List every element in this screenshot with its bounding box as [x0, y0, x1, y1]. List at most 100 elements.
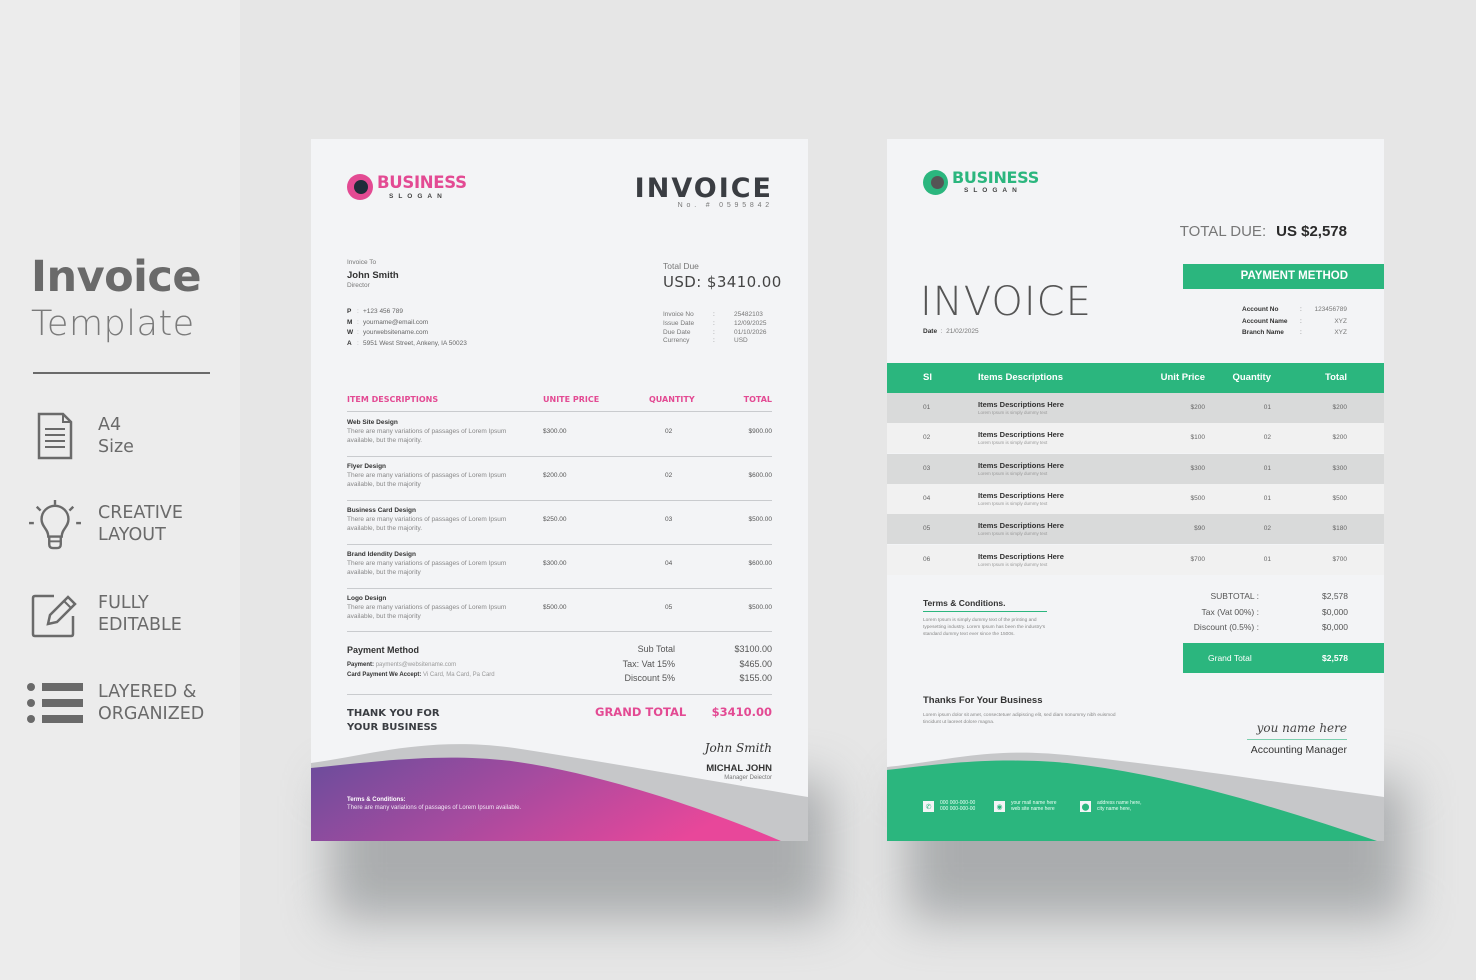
sidebar-title: Invoice [31, 252, 202, 302]
summary-row: Discount (0.5%) : $0,000 [1193, 622, 1348, 632]
feature-label: Size [98, 437, 134, 457]
item-sl: 04 [923, 494, 931, 502]
item-name: Items Descriptions Here [978, 551, 1064, 561]
contact-phone: ✆ 000 000-000-00 000 000-000-00 [923, 800, 975, 812]
invoice-number: No. # 0595842 [677, 202, 773, 209]
item-description: There are many variations of passages of… [347, 516, 507, 532]
contact-row: M: yourname@email.com [347, 318, 429, 326]
item-price: $100 [1190, 434, 1205, 442]
payment-method-banner: PAYMENT METHOD [1183, 264, 1384, 289]
item-name: Flyer Design [347, 463, 387, 470]
terms-title: Terms & Conditions. [923, 598, 1006, 608]
sidebar-subtitle: Template [31, 304, 195, 344]
item-price: $300 [1190, 464, 1205, 472]
table-row: 01 Items Descriptions Here Lorem Ipsum is … [887, 393, 1384, 423]
invoice-title: INVOICE [920, 279, 1092, 325]
contact-row: P: +123 456 789 [347, 308, 403, 315]
item-sl: 05 [923, 525, 931, 533]
item-total: $600.00 [748, 560, 773, 567]
grand-total-value: $3410.00 [711, 705, 772, 719]
item-description: There are many variations of passages of… [347, 472, 507, 488]
item-description: There are many variations of passages of… [347, 560, 507, 576]
logo-mark-icon [347, 174, 373, 200]
table-row: 02 Items Descriptions Here Lorem Ipsum is … [887, 423, 1384, 454]
item-description: There are many variations of passages of… [347, 604, 507, 620]
total-due-label: Total Due [663, 261, 699, 271]
feature-label: CREATIVE [98, 503, 183, 523]
invoice-date: Date : 21/02/2025 [923, 328, 979, 335]
table-row: Web Site Design There are many variations… [347, 419, 772, 459]
feature-fully-editable: FULLY EDITABLE [26, 590, 236, 640]
item-description: Lorem Ipsum is simply dummy text [978, 500, 1048, 506]
table-row: Flyer Design There are many variations of… [347, 463, 772, 503]
summary-row: SUBTOTAL : $2,578 [1210, 591, 1349, 601]
invoice-to-label: Invoice To [347, 259, 377, 266]
column-header-price: Unit Price [1160, 372, 1205, 383]
column-header-price: UNITE PRICE [543, 395, 600, 404]
meta-row: Invoice No:25482103 [663, 311, 763, 318]
item-total: $700 [1332, 555, 1347, 563]
terms-text: There are many variations of passages of… [347, 805, 522, 811]
payment-method-title: Payment Method [347, 645, 420, 655]
edit-icon [31, 594, 77, 638]
feature-a4-size: A4 Size [26, 412, 236, 462]
account-row: Branch Name: XYZ [1242, 329, 1347, 336]
grand-total-bar: Grand Total $2,578 [1183, 643, 1384, 673]
logo-slogan: SLOGAN [964, 187, 1022, 194]
summary: SUBTOTAL : $2,578 Tax (Vat 00%) : $0,000 D… [1167, 589, 1348, 636]
thanks-title: Thanks For Your Business [923, 695, 1043, 706]
feature-label: LAYERED & [98, 682, 197, 702]
lightbulb-icon [29, 500, 81, 550]
item-total: $500.00 [748, 604, 773, 611]
table-row: Logo Design There are many variations of … [347, 595, 772, 635]
table-row: 06 Items Descriptions Here Lorem Ipsum is … [887, 544, 1384, 575]
item-total: $900.00 [748, 428, 773, 435]
item-description: Lorem Ipsum is simply dummy text [978, 561, 1048, 567]
table-header: Sl Items Descriptions Unit Price Quantit… [887, 363, 1384, 393]
item-total: $180 [1332, 525, 1347, 533]
item-name: Items Descriptions Here [978, 460, 1064, 470]
item-description: Lorem Ipsum is simply dummy text [978, 470, 1048, 476]
logo-slogan: SLOGAN [389, 193, 447, 200]
invoice-pink: BUSINESS SLOGAN INVOICE No. # 0595842 In… [311, 139, 808, 841]
feature-label: LAYOUT [98, 525, 166, 545]
item-price: $300.00 [543, 560, 567, 567]
list-icon [27, 683, 83, 723]
item-total: $500 [1332, 494, 1347, 502]
location-pin-icon: ⬤ [1080, 801, 1091, 812]
meta-row: Issue Date:12/09/2025 [663, 319, 767, 327]
item-name: Logo Design [347, 595, 387, 602]
item-name: Items Descriptions Here [978, 430, 1064, 440]
account-details: Account No:123456789 Account Name: XYZ Br… [1242, 304, 1347, 339]
item-sl: 06 [923, 555, 931, 563]
client-name: John Smith [347, 270, 399, 281]
item-price: $300.00 [543, 428, 567, 435]
invoice-title: INVOICE [634, 173, 773, 204]
payment-cards: Card Payment We Accept: Vi Card, Ma Card… [347, 672, 495, 678]
item-price: $700 [1190, 555, 1205, 563]
table-row: 05 Items Descriptions Here Lorem Ipsum is … [887, 514, 1384, 545]
item-price: $200.00 [543, 472, 567, 479]
divider [347, 694, 772, 695]
item-price: $200 [1190, 404, 1205, 411]
feature-label: A4 [98, 415, 122, 435]
logo-mark-icon [923, 170, 948, 195]
column-header-quantity: QUANTITY [649, 395, 695, 404]
contact-address: ⬤ address name here, city name here, [1080, 800, 1142, 812]
logo-name: BUSINESS [952, 168, 1039, 187]
summary-row: Discount 5% $155.00 [624, 673, 772, 683]
grand-total-label: Grand Total [1208, 653, 1252, 663]
item-sl: 03 [923, 464, 931, 472]
meta-row: Currency: USD [663, 337, 748, 345]
account-row: Account No:123456789 [1242, 306, 1347, 313]
column-header-total: Total [1325, 372, 1347, 383]
contact-row: A:5951 West Street, Ankeny, IA 50023 [347, 340, 467, 348]
sidebar: Invoice Template A4Size CREATIVELAYOUT [0, 0, 240, 980]
table-row: 03 Items Descriptions Here Lorem Ipsum is … [887, 453, 1384, 484]
item-price: $500.00 [543, 604, 567, 611]
divider [347, 500, 772, 501]
globe-icon: ◉ [994, 801, 1005, 812]
signature: you name here [1256, 721, 1347, 735]
item-description: Lorem Ipsum is simply dummy text [978, 531, 1048, 537]
meta-row: Due Date:01/10/2026 [663, 328, 767, 336]
